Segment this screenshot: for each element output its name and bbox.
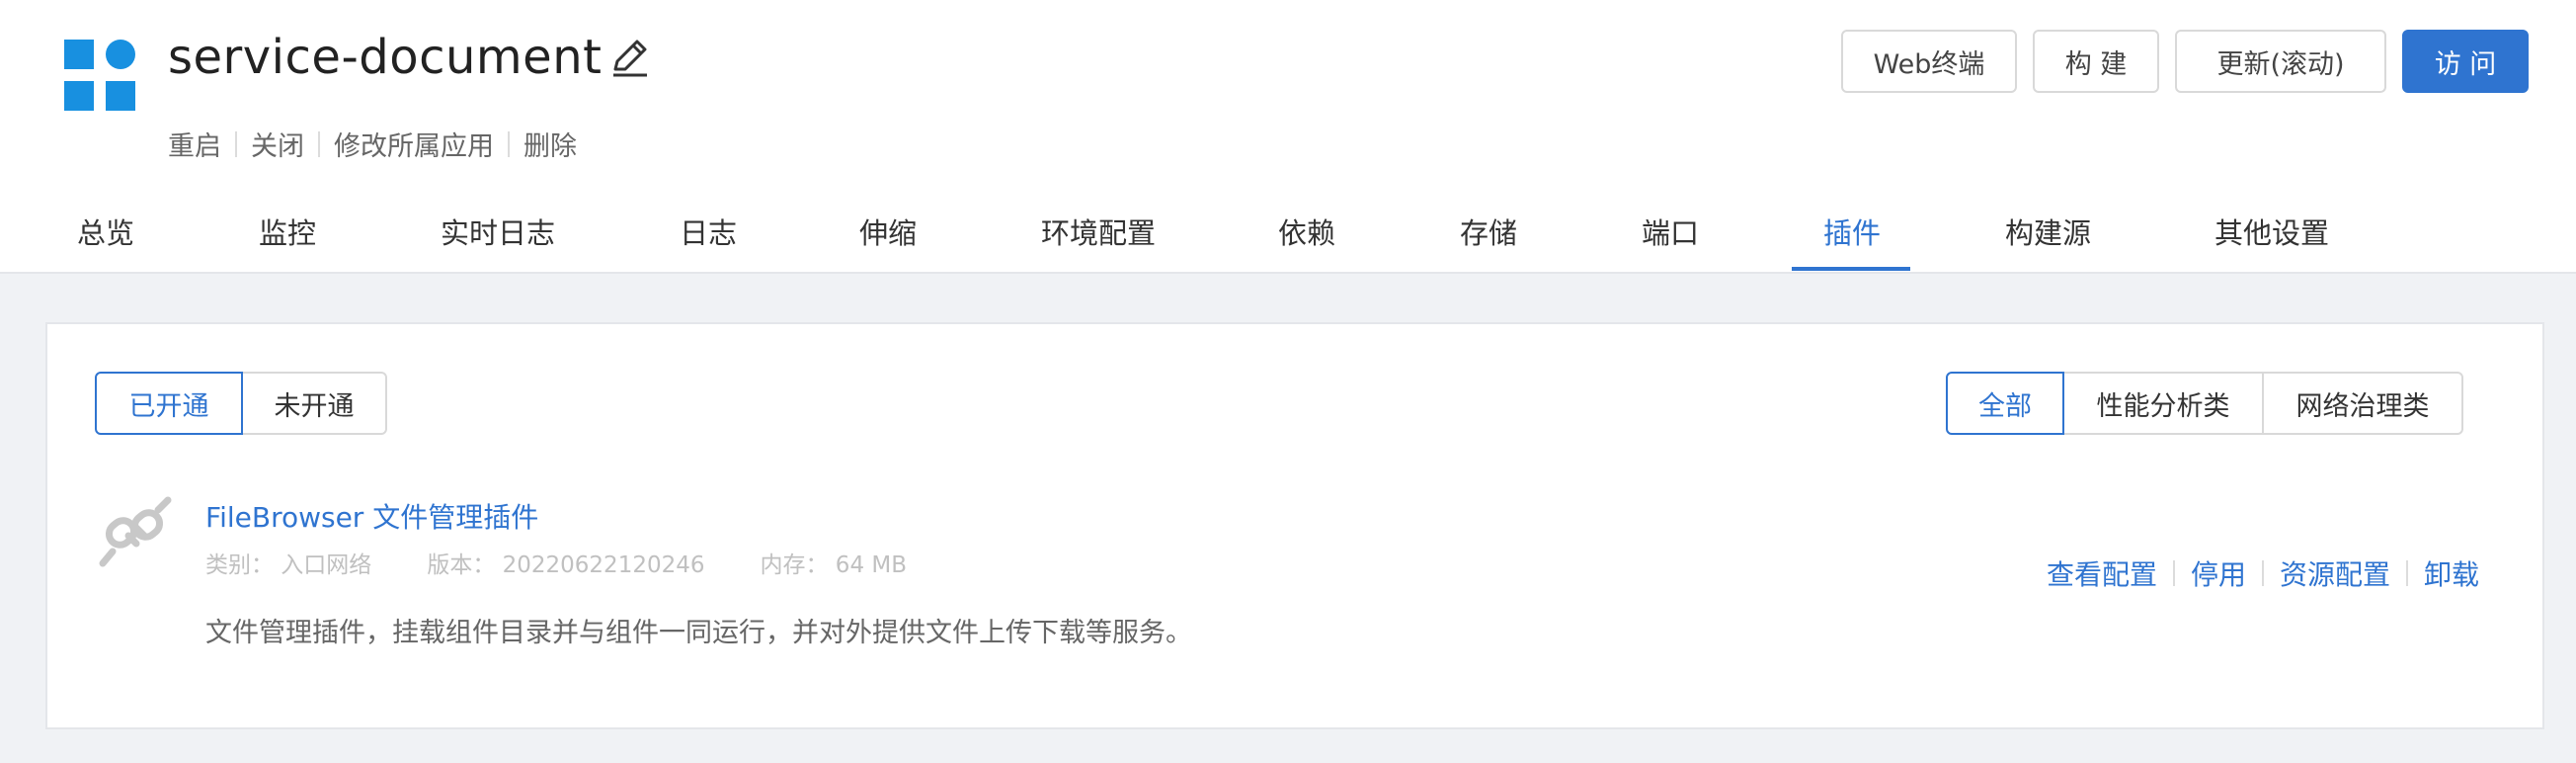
close-link[interactable]: 关闭 xyxy=(251,125,304,163)
tab-realtime-log[interactable]: 实时日志 xyxy=(441,203,555,274)
tab-overview[interactable]: 总览 xyxy=(77,203,134,274)
app-name: service-document xyxy=(168,30,603,85)
plugin-version: 版本： 20220622120246 xyxy=(427,552,705,578)
divider xyxy=(2261,560,2264,586)
tab-monitor[interactable]: 监控 xyxy=(259,203,316,274)
app-header: service-document 重启 关闭 修改所属应用 删除 Web终端 构… xyxy=(0,0,2576,274)
tab-bar: 总览 监控 实时日志 日志 伸缩 环境配置 依赖 存储 端口 插件 构建源 其他… xyxy=(0,203,2576,274)
plug-icon xyxy=(95,492,176,573)
view-config-link[interactable]: 查看配置 xyxy=(2047,553,2157,593)
plugin-operations: 查看配置 停用 资源配置 卸载 xyxy=(2047,553,2479,593)
plugin-memory: 内存： 64 MB xyxy=(760,552,908,578)
divider xyxy=(318,130,320,157)
app-actions: 重启 关闭 修改所属应用 删除 xyxy=(168,125,577,163)
change-app-link[interactable]: 修改所属应用 xyxy=(334,125,494,163)
divider xyxy=(2405,560,2408,586)
tab-env-config[interactable]: 环境配置 xyxy=(1041,203,1156,274)
delete-link[interactable]: 删除 xyxy=(523,125,577,163)
tab-storage[interactable]: 存储 xyxy=(1460,203,1517,274)
resource-config-link[interactable]: 资源配置 xyxy=(2280,553,2390,593)
tab-ports[interactable]: 端口 xyxy=(1642,203,1699,274)
divider xyxy=(235,130,237,157)
tab-scaling[interactable]: 伸缩 xyxy=(859,203,917,274)
update-rolling-button[interactable]: 更新(滚动) xyxy=(2175,30,2386,93)
plugin-category: 类别： 入口网络 xyxy=(205,552,372,578)
uninstall-link[interactable]: 卸载 xyxy=(2424,553,2479,593)
filter-enabled[interactable]: 已开通 xyxy=(95,372,243,435)
plugin-status-filter: 已开通 未开通 xyxy=(95,372,387,435)
tab-other-settings[interactable]: 其他设置 xyxy=(2214,203,2329,274)
visit-button[interactable]: 访 问 xyxy=(2402,30,2529,93)
tab-dependencies[interactable]: 依赖 xyxy=(1278,203,1335,274)
plugin-name-link[interactable]: FileBrowser 文件管理插件 xyxy=(205,496,538,536)
tab-plugins[interactable]: 插件 xyxy=(1823,203,1881,274)
filter-all[interactable]: 全部 xyxy=(1946,372,2064,435)
build-button[interactable]: 构 建 xyxy=(2033,30,2159,93)
app-logo-icon xyxy=(64,40,137,113)
tab-log[interactable]: 日志 xyxy=(680,203,737,274)
filter-network[interactable]: 网络治理类 xyxy=(2262,372,2463,435)
web-terminal-button[interactable]: Web终端 xyxy=(1841,30,2017,93)
divider xyxy=(2172,560,2175,586)
plugin-meta: 类别： 入口网络 版本： 20220622120246 内存： 64 MB xyxy=(205,546,962,579)
divider xyxy=(508,130,510,157)
plugin-category-filter: 全部 性能分析类 网络治理类 xyxy=(1946,372,2463,435)
restart-link[interactable]: 重启 xyxy=(168,125,221,163)
edit-icon[interactable] xyxy=(607,36,651,79)
disable-link[interactable]: 停用 xyxy=(2191,553,2246,593)
tab-build-source[interactable]: 构建源 xyxy=(2005,203,2091,274)
filter-performance[interactable]: 性能分析类 xyxy=(2062,372,2264,435)
title-row: service-document xyxy=(168,28,651,87)
filter-not-enabled[interactable]: 未开通 xyxy=(241,372,387,435)
active-tab-indicator xyxy=(1792,267,1910,271)
plugin-description: 文件管理插件，挂载组件目录并与组件一同运行，并对外提供文件上传下载等服务。 xyxy=(205,618,1192,648)
